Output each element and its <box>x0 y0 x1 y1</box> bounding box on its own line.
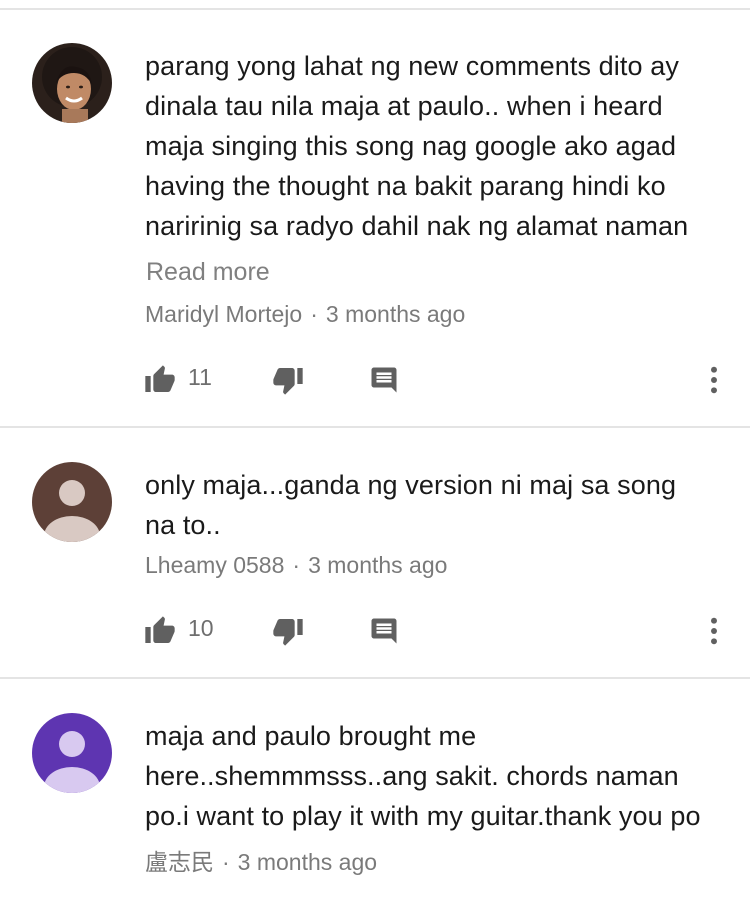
author-name[interactable]: 盧志民 <box>145 849 214 875</box>
comment-time: 3 months ago <box>325 301 466 327</box>
more-vertical-icon <box>711 617 717 645</box>
more-vertical-icon <box>711 366 717 394</box>
comment-divider <box>0 677 750 679</box>
comment-meta: Lheamy 0588 · 3 months ago <box>145 552 447 579</box>
meta-separator: · <box>310 301 318 327</box>
comment-text: only maja...ganda ng version ni maj sa s… <box>145 470 677 540</box>
reply-comment-icon <box>371 367 397 393</box>
like-count: 10 <box>188 615 214 641</box>
comment-text: parang yong lahat ng new comments dito a… <box>145 51 689 241</box>
comment-actions: 11 <box>0 360 750 400</box>
thumbs-down-icon <box>273 619 303 646</box>
thumbs-down-icon <box>273 368 303 395</box>
read-more-link[interactable]: Read more <box>146 258 270 287</box>
author-name[interactable]: Lheamy 0588 <box>145 552 284 578</box>
thumbs-up-icon <box>145 616 175 643</box>
meta-separator: · <box>292 552 301 578</box>
avatar[interactable] <box>32 43 112 123</box>
comment-actions: 10 <box>0 611 750 651</box>
comments-page: parang yong lahat ng new comments dito a… <box>0 0 750 904</box>
avatar-photo <box>32 43 112 123</box>
more-options-button[interactable] <box>700 360 728 400</box>
default-avatar-icon <box>32 462 112 542</box>
avatar[interactable] <box>32 713 112 793</box>
reply-button[interactable] <box>369 611 399 651</box>
comment-text: maja and paulo brought me here..shemmmss… <box>145 721 701 831</box>
author-name[interactable]: Maridyl Mortejo <box>145 301 302 327</box>
comment-time: 3 months ago <box>237 849 378 875</box>
meta-separator: · <box>222 849 230 875</box>
like-button[interactable] <box>144 611 176 651</box>
default-avatar-icon <box>32 713 112 793</box>
comment-divider <box>0 426 750 428</box>
dislike-button[interactable] <box>272 611 304 651</box>
reply-button[interactable] <box>369 360 399 400</box>
comment-meta: Maridyl Mortejo · 3 months ago <box>145 301 465 328</box>
reply-comment-icon <box>371 618 397 644</box>
comment-meta: 盧志民 · 3 months ago <box>145 843 377 877</box>
top-divider <box>0 8 750 10</box>
dislike-button[interactable] <box>272 360 304 400</box>
thumbs-up-icon <box>145 365 175 392</box>
more-options-button[interactable] <box>700 611 728 651</box>
like-button[interactable] <box>144 360 176 400</box>
like-count: 11 <box>188 364 212 390</box>
comment-time: 3 months ago <box>308 552 448 578</box>
avatar[interactable] <box>32 462 112 542</box>
